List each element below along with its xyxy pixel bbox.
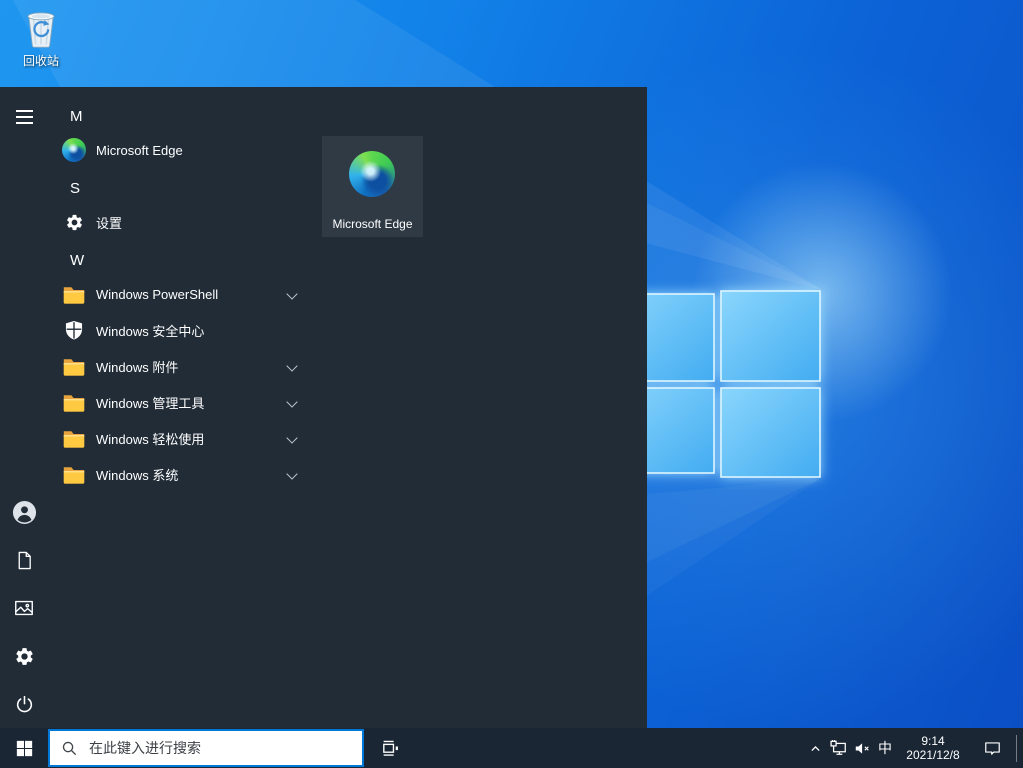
app-label: Microsoft Edge [96, 143, 183, 158]
user-account-button[interactable] [0, 488, 48, 536]
app-label: Windows 管理工具 [96, 393, 204, 412]
start-menu-panel: M Microsoft Edge S 设置 W Windows PowerShe… [0, 87, 647, 728]
clock[interactable]: 9:14 2021/12/8 [898, 728, 968, 768]
recycle-bin[interactable]: 回收站 [12, 8, 70, 69]
task-view-button[interactable] [368, 728, 412, 768]
show-desktop-separator[interactable] [1016, 735, 1017, 762]
chevron-down-icon [286, 396, 297, 407]
app-row-windows-ease-of-access[interactable]: Windows 轻松使用 [48, 420, 310, 456]
chevron-up-icon [809, 742, 822, 755]
chevron-down-icon [286, 468, 297, 479]
chevron-down-icon [286, 432, 297, 443]
folder-icon [62, 462, 86, 486]
hamburger-icon [16, 110, 33, 112]
network-button[interactable] [826, 728, 852, 768]
section-header-s[interactable]: S [48, 170, 310, 206]
chevron-down-icon [286, 288, 297, 299]
recycle-bin-icon [22, 8, 60, 50]
app-row-windows-admin-tools[interactable]: Windows 管理工具 [48, 384, 310, 420]
app-row-windows-system[interactable]: Windows 系统 [48, 456, 310, 492]
search-icon [61, 740, 78, 757]
app-label: Windows PowerShell [96, 287, 218, 302]
folder-icon [62, 390, 86, 414]
settings-button[interactable] [0, 632, 48, 680]
start-menu-rail [0, 87, 48, 728]
search-input[interactable] [87, 739, 362, 757]
gear-icon [65, 213, 84, 232]
gear-icon [14, 646, 35, 667]
app-label: Windows 附件 [96, 357, 178, 376]
app-row-windows-powershell[interactable]: Windows PowerShell [48, 276, 310, 312]
app-label: 设置 [96, 213, 122, 232]
action-center-icon [983, 739, 1002, 758]
power-button[interactable] [0, 680, 48, 728]
app-row-windows-accessories[interactable]: Windows 附件 [48, 348, 310, 384]
section-letter: S [70, 180, 80, 197]
search-box[interactable] [48, 729, 364, 767]
document-icon [14, 550, 35, 571]
clock-time: 9:14 [921, 734, 944, 748]
taskbar: 中 9:14 2021/12/8 [0, 728, 1023, 768]
recycle-bin-label: 回收站 [12, 52, 70, 69]
section-header-w[interactable]: W [48, 242, 310, 278]
edge-icon [62, 138, 86, 162]
ime-indicator[interactable]: 中 [872, 728, 898, 768]
clock-date: 2021/12/8 [906, 748, 959, 762]
tile-microsoft-edge[interactable]: Microsoft Edge [322, 136, 423, 237]
action-center-button[interactable] [972, 728, 1012, 768]
section-letter: M [70, 108, 83, 125]
expand-menu-button[interactable] [0, 97, 48, 137]
volume-muted-icon [853, 739, 872, 758]
pictures-button[interactable] [0, 584, 48, 632]
app-row-windows-security[interactable]: Windows 安全中心 [48, 312, 310, 348]
start-app-list: M Microsoft Edge S 设置 W Windows PowerShe… [48, 87, 310, 728]
chevron-down-icon [286, 360, 297, 371]
section-letter: W [70, 252, 84, 269]
folder-icon [62, 426, 86, 450]
network-icon [829, 738, 849, 758]
power-icon [14, 694, 35, 715]
volume-button[interactable] [850, 728, 874, 768]
section-header-m[interactable]: M [48, 98, 310, 134]
app-row-settings[interactable]: 设置 [48, 204, 310, 240]
shield-icon [63, 319, 85, 341]
ime-label: 中 [878, 738, 892, 758]
app-label: Windows 系统 [96, 465, 178, 484]
app-label: Windows 安全中心 [96, 321, 204, 340]
app-row-microsoft-edge[interactable]: Microsoft Edge [48, 132, 310, 168]
tray-overflow-button[interactable] [802, 728, 828, 768]
edge-icon [349, 151, 395, 197]
folder-icon [62, 282, 86, 306]
start-button[interactable] [0, 728, 48, 768]
app-label: Windows 轻松使用 [96, 429, 204, 448]
user-icon [12, 500, 37, 525]
task-view-icon [380, 738, 400, 758]
tile-label: Microsoft Edge [322, 217, 423, 231]
pictures-icon [13, 597, 35, 619]
folder-icon [62, 354, 86, 378]
documents-button[interactable] [0, 536, 48, 584]
windows-logo-icon [16, 740, 33, 757]
